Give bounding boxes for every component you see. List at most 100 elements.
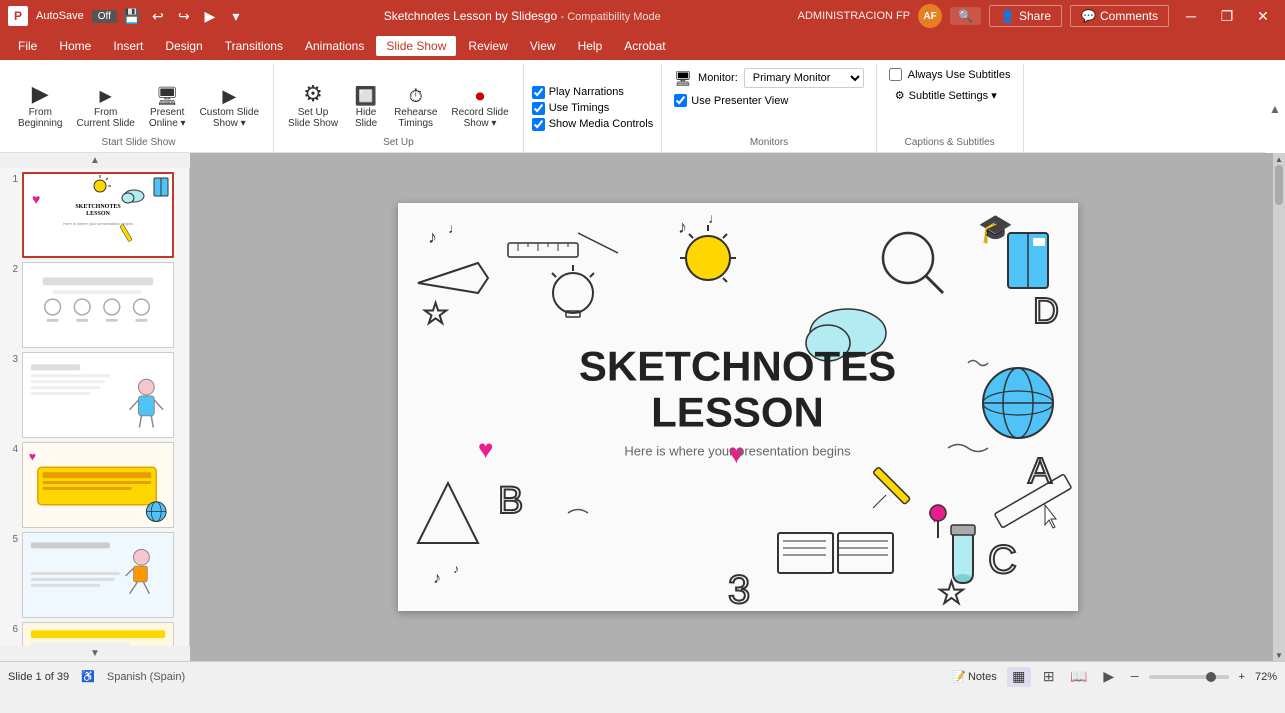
monitor-select[interactable]: Primary Monitor Monitor 1 Monitor 2 <box>744 68 864 88</box>
svg-text:♥: ♥ <box>29 449 36 463</box>
scroll-down-arrow[interactable]: ▼ <box>1273 649 1285 661</box>
ribbon-group-monitors: 🖥 Monitor: Primary Monitor Monitor 1 Mon… <box>662 64 877 152</box>
menu-slideshow[interactable]: Slide Show <box>376 36 456 56</box>
slide-thumb-6[interactable] <box>22 622 174 646</box>
share-button[interactable]: 👤 Share <box>989 5 1062 27</box>
view-slide-sorter-button[interactable]: ⊞ <box>1037 667 1061 687</box>
play-narrations-checkbox[interactable] <box>532 86 545 99</box>
notes-button[interactable]: 📝 Notes <box>948 668 1000 685</box>
slide-item-6[interactable]: 6 <box>4 622 185 646</box>
search-titlebar[interactable]: 🔍 <box>950 7 981 25</box>
menu-home[interactable]: Home <box>49 36 101 56</box>
restore-button[interactable]: ❐ <box>1213 2 1241 30</box>
slide-panel[interactable]: 1 ♥ <box>0 168 190 646</box>
menu-review[interactable]: Review <box>458 36 517 56</box>
slide-thumb-4[interactable]: ♥ <box>22 442 174 528</box>
slide-thumb-3[interactable] <box>22 352 174 438</box>
panel-scroll-down[interactable]: ▼ <box>0 646 190 661</box>
from-beginning-button[interactable]: ▶ FromBeginning <box>12 79 68 133</box>
scroll-up-arrow[interactable]: ▲ <box>1273 153 1285 165</box>
always-use-subtitles-checkbox[interactable] <box>889 68 902 81</box>
record-slide-show-button[interactable]: ⏺ Record SlideShow ▾ <box>445 83 514 133</box>
use-timings-checkbox-row[interactable]: Use Timings <box>532 102 654 115</box>
menu-help[interactable]: Help <box>568 36 613 56</box>
scroll-thumb[interactable] <box>1275 165 1283 205</box>
slide-item-1[interactable]: 1 ♥ <box>4 172 185 258</box>
slide1-thumb-title: SKETCHNOTESLESSON Here is where your pre… <box>59 204 137 225</box>
play-narrations-checkbox-row[interactable]: Play Narrations <box>532 86 654 99</box>
rehearse-label: RehearseTimings <box>394 107 437 129</box>
menu-animations[interactable]: Animations <box>295 36 374 56</box>
zoom-slider[interactable] <box>1149 675 1229 679</box>
slide-thumb-2[interactable] <box>22 262 174 348</box>
undo-button[interactable]: ↩ <box>147 5 169 27</box>
user-name: ADMINISTRACION FP <box>798 10 910 22</box>
slide-number-3: 3 <box>4 352 18 365</box>
use-timings-checkbox[interactable] <box>532 102 545 115</box>
menu-acrobat[interactable]: Acrobat <box>614 36 675 56</box>
monitor-label: Monitor: <box>698 72 738 84</box>
title-bar-right: ADMINISTRACION FP AF 🔍 👤 Share 💬 Comment… <box>798 2 1277 30</box>
menu-insert[interactable]: Insert <box>103 36 153 56</box>
save-button[interactable]: 💾 <box>121 5 143 27</box>
present-button[interactable]: ▶ <box>199 5 221 27</box>
ribbon-collapse-button[interactable]: ▲ <box>1265 60 1285 153</box>
minimize-button[interactable]: ─ <box>1177 2 1205 30</box>
slide-number-6: 6 <box>4 622 18 635</box>
quick-access-dropdown[interactable]: ▾ <box>225 5 247 27</box>
show-media-controls-checkbox[interactable] <box>532 118 545 131</box>
title-bar-center: Sketchnotes Lesson by Slidesgo - Compati… <box>247 9 798 23</box>
scroll-track[interactable] <box>1273 165 1285 649</box>
slide-item-5[interactable]: 5 <box>4 532 185 618</box>
hide-slide-button[interactable]: 🔲 HideSlide <box>346 83 386 133</box>
slide-view: ♪ ♩ ★ ♪ ♪ ♪ ♩ 🎓 <box>190 153 1285 661</box>
custom-slide-label: Custom SlideShow ▾ <box>200 107 259 129</box>
monitor-selector-row: 🖥 Monitor: Primary Monitor Monitor 1 Mon… <box>674 68 864 88</box>
present-online-button[interactable]: 🖥 PresentOnline ▾ <box>143 83 192 133</box>
app-logo: P <box>8 6 28 26</box>
menu-design[interactable]: Design <box>155 36 212 56</box>
show-media-controls-label: Show Media Controls <box>549 118 654 130</box>
user-avatar: AF <box>918 4 942 28</box>
view-reading-button[interactable]: 📖 <box>1067 667 1091 687</box>
zoom-in-button[interactable]: + <box>1235 669 1249 685</box>
slide6-doodles <box>23 622 173 646</box>
close-button[interactable]: ✕ <box>1249 2 1277 30</box>
autosave-toggle[interactable]: Off <box>92 10 117 23</box>
subtitle-settings-icon: ⚙ <box>895 89 905 102</box>
ribbon: ▶ FromBeginning ▶ FromCurrent Slide 🖥 Pr… <box>0 60 1285 153</box>
panel-scroll-up[interactable]: ▲ <box>0 153 190 168</box>
compatibility-mode-text: Compatibility Mode <box>567 11 661 23</box>
redo-button[interactable]: ↪ <box>173 5 195 27</box>
zoom-thumb[interactable] <box>1206 672 1216 682</box>
show-media-controls-checkbox-row[interactable]: Show Media Controls <box>532 118 654 131</box>
view-slideshow-button[interactable]: ▶ <box>1097 667 1121 687</box>
zoom-out-button[interactable]: ─ <box>1127 669 1143 685</box>
menu-transitions[interactable]: Transitions <box>215 36 293 56</box>
subtitle-settings-button[interactable]: ⚙ Subtitle Settings ▾ <box>889 87 1011 104</box>
custom-slide-icon: ▶ <box>222 87 236 105</box>
set-up-slide-show-button[interactable]: ⚙ Set UpSlide Show <box>282 79 344 133</box>
set-up-label: Set UpSlide Show <box>288 107 338 129</box>
slide-thumb-1[interactable]: ♥ <box>22 172 174 258</box>
slide-number-1: 1 <box>4 172 18 185</box>
menu-view[interactable]: View <box>520 36 566 56</box>
accessibility-icon[interactable]: ♿ <box>77 668 99 685</box>
presenter-view-row[interactable]: Use Presenter View <box>674 94 864 107</box>
menu-file[interactable]: File <box>8 36 47 56</box>
comments-button[interactable]: 💬 Comments <box>1070 5 1169 27</box>
title-bar: P AutoSave Off 💾 ↩ ↪ ▶ ▾ Sketchnotes Les… <box>0 0 1285 32</box>
slide-thumb-5[interactable] <box>22 532 174 618</box>
record-icon: ⏺ <box>476 87 485 105</box>
menu-bar: File Home Insert Design Transitions Anim… <box>0 32 1285 60</box>
always-use-subtitles-row[interactable]: Always Use Subtitles <box>889 68 1011 81</box>
status-bar-left: Slide 1 of 39 ♿ Spanish (Spain) <box>8 668 185 685</box>
custom-slide-show-button[interactable]: ▶ Custom SlideShow ▾ <box>194 83 265 133</box>
slide-item-4[interactable]: 4 ♥ <box>4 442 185 528</box>
rehearse-timings-button[interactable]: ⏱ RehearseTimings <box>388 83 443 133</box>
view-normal-button[interactable]: ▦ <box>1007 667 1031 687</box>
slide-item-3[interactable]: 3 <box>4 352 185 438</box>
from-current-slide-button[interactable]: ▶ FromCurrent Slide <box>70 85 140 133</box>
presenter-view-checkbox[interactable] <box>674 94 687 107</box>
slide-item-2[interactable]: 2 <box>4 262 185 348</box>
